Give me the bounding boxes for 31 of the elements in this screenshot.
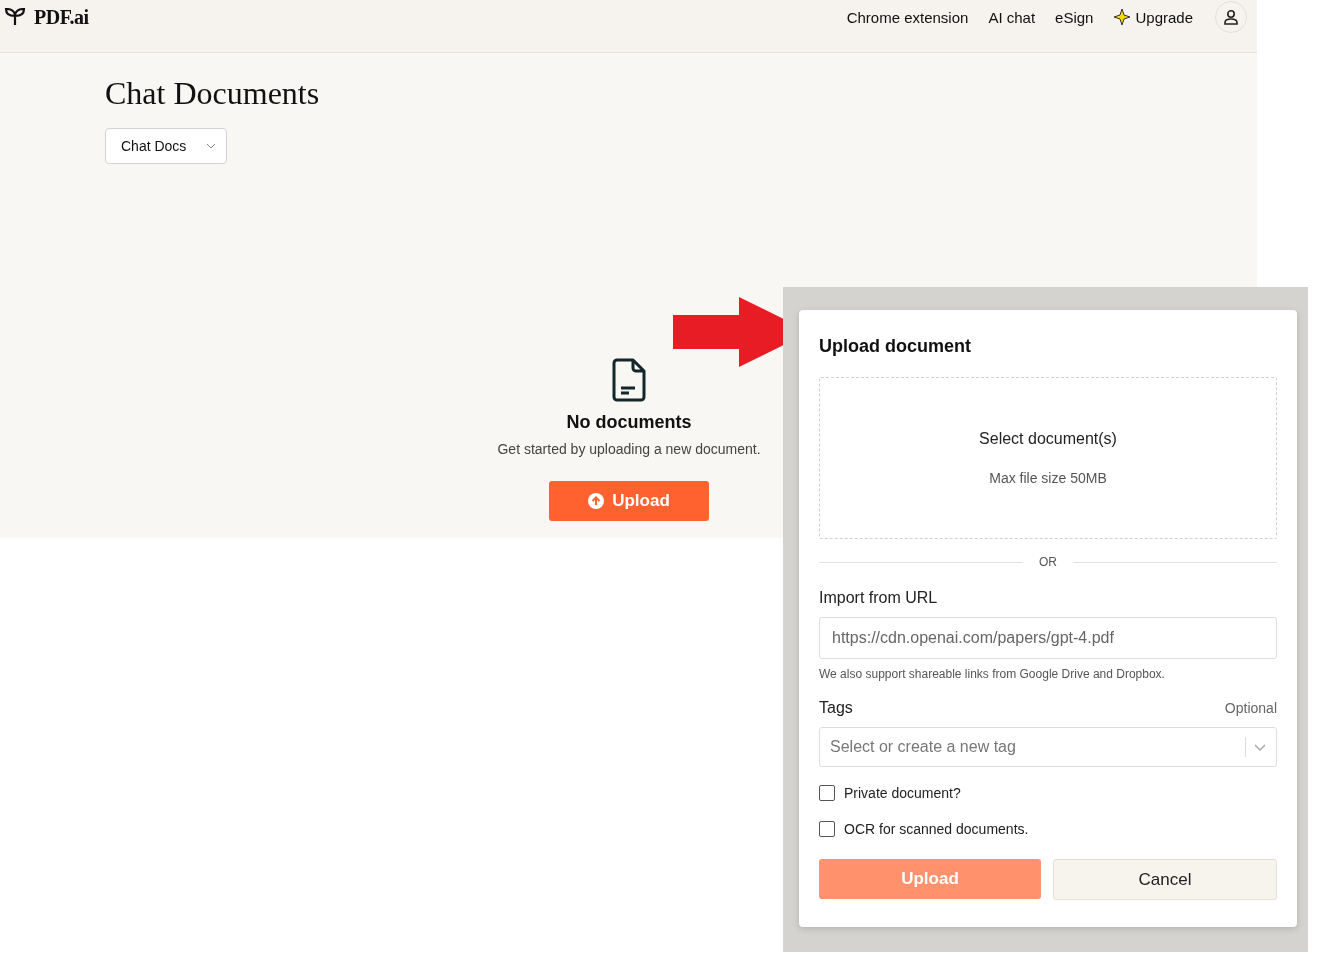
chevron-down-icon <box>206 143 217 149</box>
empty-description: Get started by uploading a new document. <box>497 441 761 457</box>
dropzone-label: Select document(s) <box>979 430 1117 448</box>
checkbox-label[interactable]: Private document? <box>844 785 961 801</box>
user-icon <box>1223 9 1239 25</box>
cancel-button[interactable]: Cancel <box>1053 859 1277 900</box>
checkbox[interactable] <box>819 821 835 837</box>
nav-link[interactable]: AI chat <box>988 8 1036 26</box>
file-dropzone[interactable]: Select document(s) Max file size 50MB <box>819 377 1277 539</box>
chevron-down-icon <box>1254 743 1266 751</box>
sparkle-icon <box>1113 8 1132 26</box>
checkbox-label[interactable]: OCR for scanned documents. <box>844 821 1029 837</box>
logo-text[interactable]: PDF.ai <box>34 5 89 29</box>
nav-link[interactable]: eSign <box>1055 8 1094 26</box>
dropzone-hint: Max file size 50MB <box>989 470 1107 486</box>
sprout-logo-icon <box>4 8 26 26</box>
page-title: Chat Documents <box>105 75 321 112</box>
tags-select-field[interactable]: Select or create a new tag <box>819 727 1277 767</box>
dialog-title: Upload document <box>819 336 972 357</box>
tags-label: Tags <box>819 699 853 717</box>
upgrade-link[interactable]: Upgrade <box>1113 8 1193 26</box>
optional-note: Optional <box>1224 700 1277 716</box>
docs-dropdown[interactable]: Chat Docs <box>105 128 228 164</box>
url-label: Import from URL <box>819 589 939 607</box>
url-input-field[interactable]: https://cdn.openai.com/papers/gpt-4.pdf <box>819 617 1277 659</box>
document-icon <box>611 358 647 402</box>
nav-link[interactable]: Chrome extension <box>846 8 969 26</box>
divider-text: OR <box>1039 555 1057 569</box>
url-help-text: We also support shareable links from Google Drive and Dropbox. <box>819 667 1166 681</box>
checkbox[interactable] <box>819 785 835 801</box>
empty-title: No documents <box>566 412 692 433</box>
